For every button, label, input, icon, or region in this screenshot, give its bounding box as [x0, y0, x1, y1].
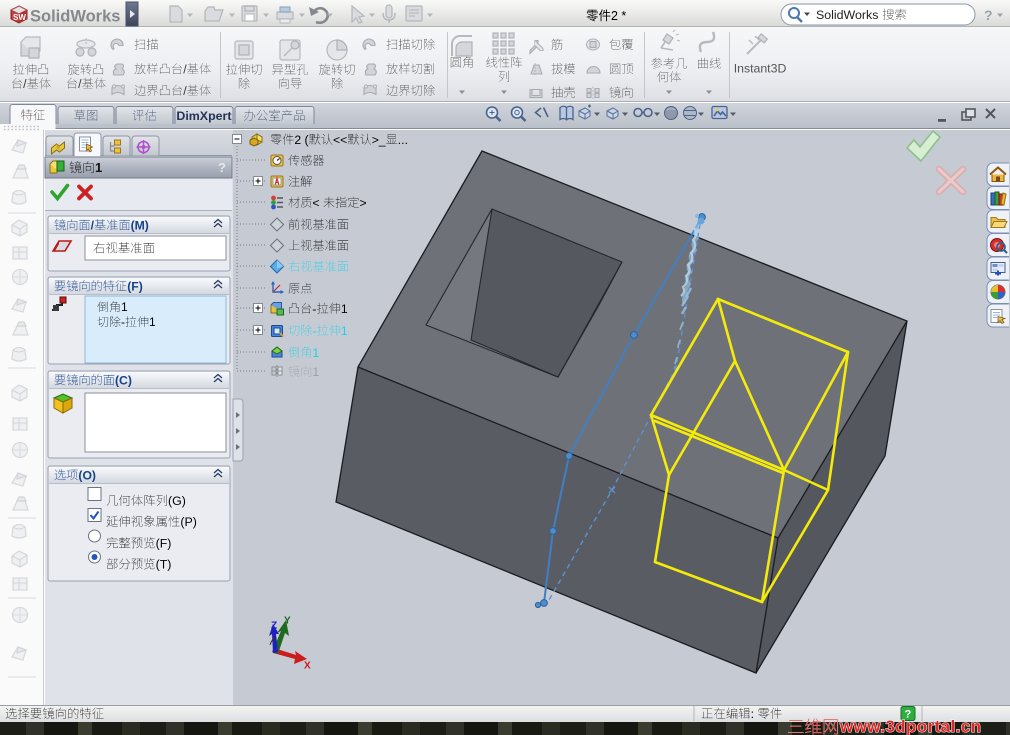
svg-text:X: X [304, 661, 311, 672]
svg-text:1: 1 [312, 365, 319, 379]
svg-text:Y: Y [284, 616, 291, 627]
svg-text:SW: SW [13, 13, 26, 22]
svg-text:(T): (T) [156, 557, 172, 571]
svg-text:(F): (F) [127, 279, 143, 293]
svg-text:2 (: 2 ( [294, 133, 308, 147]
svg-text:(P): (P) [180, 515, 197, 529]
svg-text:-: - [312, 324, 316, 338]
svg-text:?: ? [218, 160, 226, 175]
svg-text:Z: Z [271, 621, 277, 632]
svg-text:1: 1 [312, 346, 319, 360]
svg-text:SolidWorks: SolidWorks [30, 8, 120, 26]
svg-text:Instant3D: Instant3D [734, 61, 787, 75]
svg-text:SolidWorks: SolidWorks [816, 8, 878, 22]
svg-text:...: ... [398, 133, 408, 147]
svg-text:零件2 *: 零件2 * [586, 9, 626, 23]
svg-text:(M): (M) [131, 218, 149, 232]
svg-text:www.3dportal.cn: www.3dportal.cn [839, 717, 981, 735]
svg-text:?: ? [984, 7, 993, 23]
svg-text:/: / [183, 62, 187, 76]
svg-text:>_: >_ [372, 133, 386, 147]
svg-text:/: / [78, 77, 82, 91]
svg-text:1: 1 [95, 160, 102, 175]
svg-text::: : [751, 707, 754, 721]
svg-text:-: - [312, 302, 316, 316]
svg-text:1: 1 [149, 315, 156, 329]
svg-text:/: / [183, 84, 187, 98]
svg-text:/: / [23, 77, 27, 91]
svg-text:<<: << [333, 133, 347, 147]
svg-text:(O): (O) [78, 468, 96, 482]
svg-text:(G): (G) [168, 494, 186, 508]
svg-text:DimXpert: DimXpert [176, 109, 231, 123]
svg-text:>: > [360, 196, 367, 210]
svg-text:<: < [312, 196, 319, 210]
svg-text:(C): (C) [115, 373, 132, 387]
svg-text:1: 1 [341, 324, 348, 338]
svg-text:1: 1 [121, 300, 128, 314]
svg-text:-: - [121, 315, 125, 329]
svg-text:1: 1 [341, 302, 348, 316]
svg-text:(F): (F) [156, 536, 172, 550]
